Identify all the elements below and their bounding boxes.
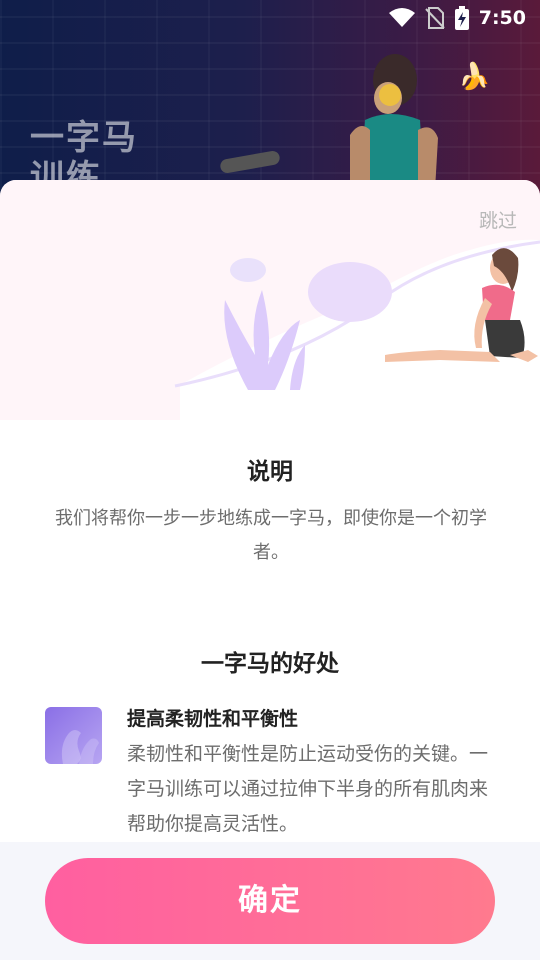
status-time: 7:50 bbox=[478, 7, 526, 29]
benefit-title: 提高柔韧性和平衡性 bbox=[127, 708, 299, 730]
skip-button[interactable]: 跳过 bbox=[479, 206, 517, 233]
description-text: 我们将帮你一步一步地练成一字马，即使你是一个初学者。 bbox=[55, 508, 487, 563]
bottom-action-bar: 确定 bbox=[0, 842, 540, 960]
intro-sheet: 跳过 说明 我们将帮你一步一步地练成一字马，即使你是一个初学者。 一字马的好处 … bbox=[0, 180, 540, 960]
illustration-art bbox=[174, 239, 540, 420]
woman-figure-image bbox=[220, 54, 438, 200]
section-title-description: 说明 bbox=[247, 459, 293, 485]
wifi-icon bbox=[388, 8, 415, 27]
benefit-text: 柔韧性和平衡性是防止运动受伤的关键。一字马训练可以通过拉伸下半身的所有肌肉来帮助… bbox=[127, 743, 489, 835]
flexibility-icon bbox=[45, 707, 102, 764]
status-bar: 7:50 bbox=[0, 0, 540, 36]
stretching-illustration: 跳过 bbox=[0, 180, 540, 420]
banana-icon: 🍌 bbox=[458, 62, 491, 92]
no-sim-icon bbox=[425, 7, 445, 29]
confirm-button[interactable]: 确定 bbox=[45, 858, 495, 944]
battery-charging-icon bbox=[454, 6, 469, 30]
section-title-benefits: 一字马的好处 bbox=[201, 651, 339, 677]
